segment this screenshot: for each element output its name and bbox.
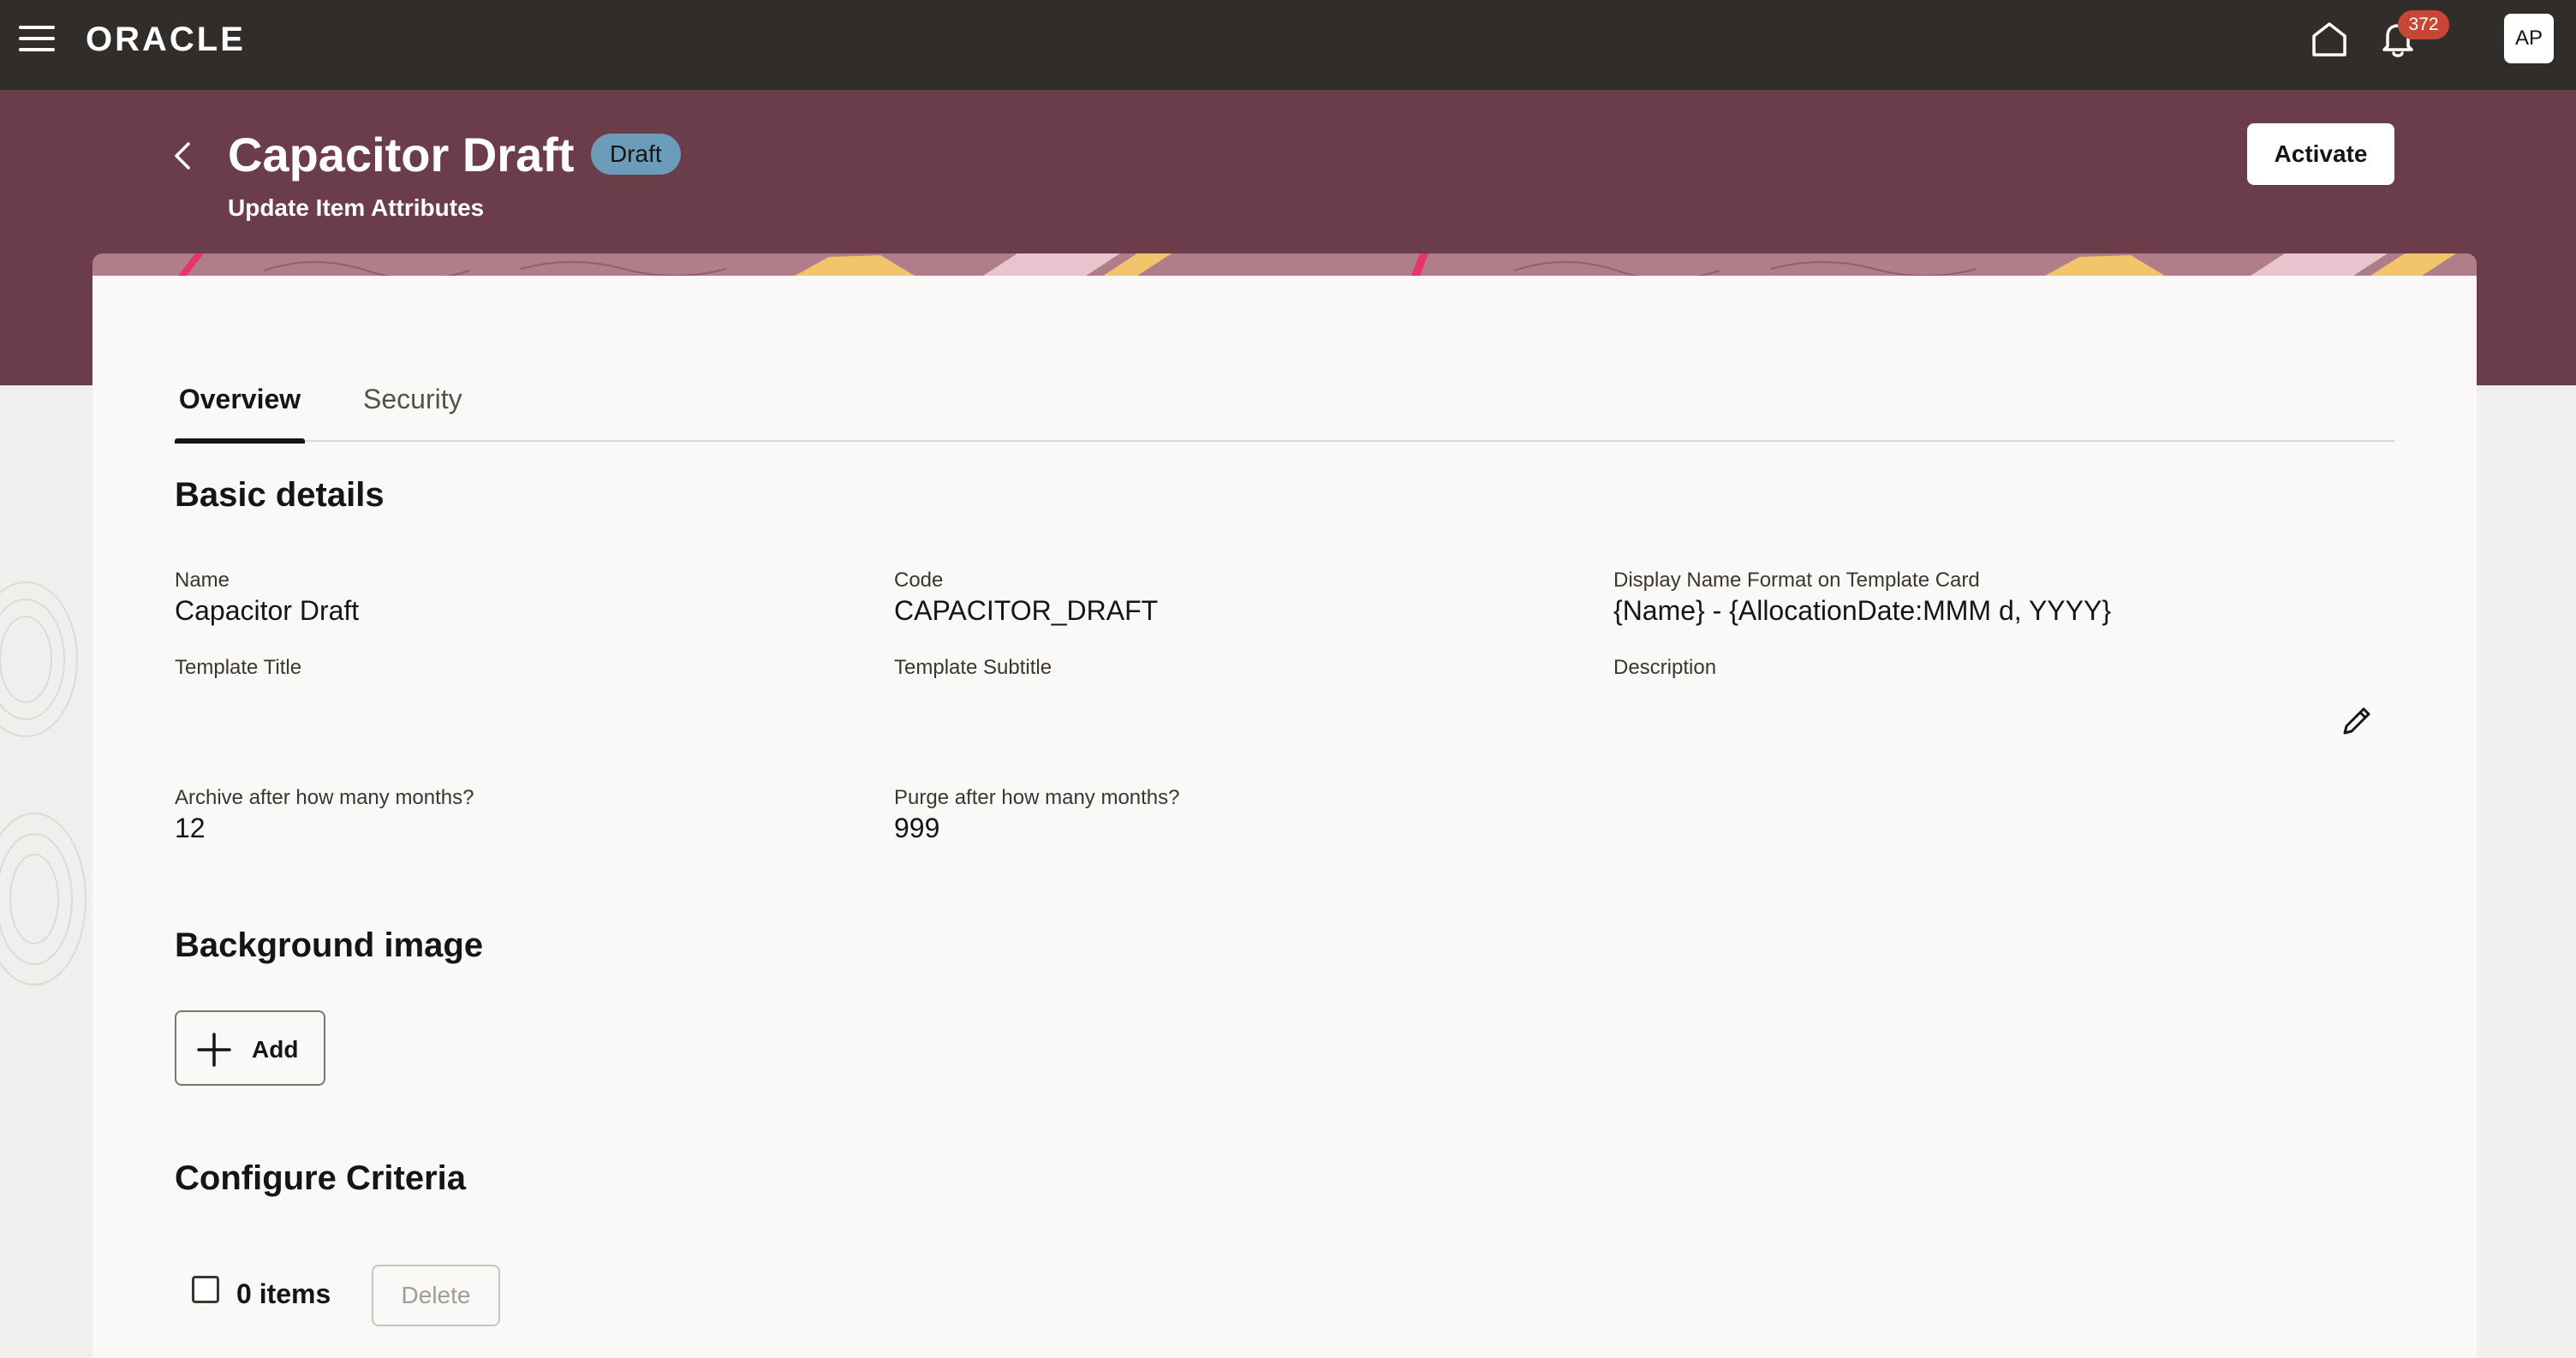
display-name-format-value: {Name} - {AllocationDate:MMM d, YYYY} (1613, 595, 2112, 626)
configure-criteria-heading: Configure Criteria (175, 1159, 467, 1197)
description-label: Description (1613, 656, 1717, 679)
activate-button[interactable]: Activate (2247, 123, 2394, 185)
archive-months-value: 12 (175, 813, 206, 843)
items-count: 0 items (236, 1278, 331, 1309)
basic-details-heading: Basic details (175, 476, 385, 514)
name-label: Name (175, 569, 230, 592)
delete-button[interactable]: Delete (372, 1265, 500, 1326)
page-title: Capacitor Draft (228, 128, 575, 182)
tab-bar: Overview Security (175, 377, 2394, 444)
notification-count-badge: 372 (2398, 10, 2449, 39)
user-avatar[interactable]: AP (2504, 14, 2554, 63)
plus-icon (197, 1033, 231, 1067)
template-title-label: Template Title (175, 656, 302, 679)
status-badge: Draft (591, 134, 681, 175)
top-bar: ORACLE 372 AP (0, 0, 2576, 90)
code-value: CAPACITOR_DRAFT (894, 595, 1159, 626)
purge-months-label: Purge after how many months? (894, 786, 1180, 809)
add-background-image-button[interactable]: Add (175, 1010, 325, 1086)
template-subtitle-label: Template Subtitle (894, 656, 1052, 679)
oracle-logo: ORACLE (86, 21, 246, 58)
page-subtitle: Update Item Attributes (228, 194, 485, 221)
tab-overview[interactable]: Overview (175, 377, 305, 444)
home-icon[interactable] (2309, 19, 2350, 58)
display-name-format-label: Display Name Format on Template Card (1613, 569, 1980, 592)
hamburger-menu-icon[interactable] (19, 26, 55, 51)
archive-months-label: Archive after how many months? (175, 786, 474, 809)
decorative-banner (92, 253, 2477, 276)
add-button-label: Add (252, 1036, 299, 1063)
code-label: Code (894, 569, 944, 592)
select-all-checkbox[interactable] (192, 1276, 219, 1303)
back-chevron-icon[interactable] (168, 137, 197, 175)
name-value: Capacitor Draft (175, 595, 360, 626)
background-image-heading: Background image (175, 926, 484, 964)
purge-months-value: 999 (894, 813, 940, 843)
pencil-edit-icon[interactable] (2338, 702, 2376, 740)
background-texture (0, 581, 86, 986)
tab-security[interactable]: Security (363, 377, 462, 442)
